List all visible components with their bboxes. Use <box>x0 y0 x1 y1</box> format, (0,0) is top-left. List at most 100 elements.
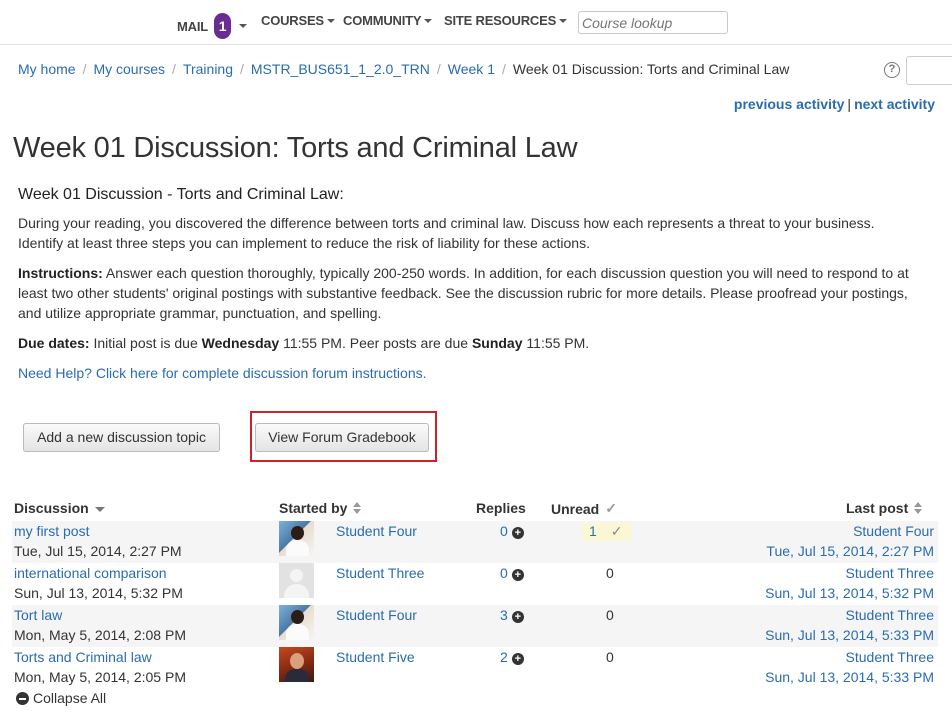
column-header-label: Replies <box>476 500 526 516</box>
due-day-initial: Wednesday <box>201 335 280 351</box>
replies-link[interactable]: 0 <box>500 565 508 581</box>
previous-activity-link[interactable]: previous activity <box>734 96 845 112</box>
unread-link[interactable]: 1 <box>589 523 597 539</box>
last-post-date-link[interactable]: Sun, Jul 13, 2014, 5:33 PM <box>765 627 934 643</box>
avatar[interactable] <box>279 563 314 598</box>
help-instructions-link[interactable]: Need Help? Click here for complete discu… <box>18 365 427 381</box>
avatar[interactable] <box>279 605 314 640</box>
due-text: Initial post is due <box>89 335 202 351</box>
last-post-author-link[interactable]: Student Three <box>846 565 934 581</box>
table-row: my first post Tue, Jul 15, 2014, 2:27 PM… <box>12 521 938 563</box>
nav-community[interactable]: COMMUNITY <box>343 13 433 28</box>
discussion-title-link[interactable]: Tort law <box>14 607 62 623</box>
replies-count: 2 + <box>500 649 524 665</box>
nav-site-resources[interactable]: SITE RESOURCES <box>444 13 568 28</box>
last-post-date-link[interactable]: Tue, Jul 15, 2014, 2:27 PM <box>766 543 934 559</box>
top-navigation: MAIL 1 COURSES COMMUNITY SITE RESOURCES <box>0 0 952 45</box>
chevron-down-icon <box>559 18 568 23</box>
due-text: 11:55 PM. Peer posts are due <box>279 335 472 351</box>
instructions-label: Instructions: <box>18 265 103 281</box>
expand-plus-icon[interactable]: + <box>511 527 524 539</box>
table-row: Tort law Mon, May 5, 2014, 2:08 PM Stude… <box>12 605 938 647</box>
due-text: 11:55 PM. <box>522 335 590 351</box>
help-icon[interactable]: ? <box>884 62 900 78</box>
started-by-link[interactable]: Student Four <box>336 523 417 539</box>
expand-plus-icon[interactable]: + <box>511 569 524 581</box>
column-header-discussion[interactable]: Discussion <box>14 500 105 516</box>
breadcrumb-training[interactable]: Training <box>183 61 233 77</box>
last-post-date-link[interactable]: Sun, Jul 13, 2014, 5:32 PM <box>765 585 934 601</box>
side-search-input[interactable] <box>906 56 952 85</box>
chevron-down-icon <box>238 24 247 28</box>
mail-count-badge: 1 <box>213 13 231 39</box>
column-header-unread: Unread ✓ <box>551 500 617 517</box>
column-header-started-by[interactable]: Started by <box>279 500 362 516</box>
breadcrumb-course[interactable]: MSTR_BUS651_1_2.0_TRN <box>251 61 430 77</box>
replies-link[interactable]: 0 <box>500 523 508 539</box>
next-activity-link[interactable]: next activity <box>854 96 935 112</box>
breadcrumb-week[interactable]: Week 1 <box>448 61 495 77</box>
breadcrumb-separator: / <box>436 61 441 77</box>
started-by-link[interactable]: Student Five <box>336 649 415 665</box>
started-by-link[interactable]: Student Three <box>336 565 424 581</box>
last-post-author-link[interactable]: Student Three <box>846 607 934 623</box>
unread-count: 1 ✓ <box>589 523 623 540</box>
replies-count: 0 + <box>500 565 524 581</box>
discussion-title-link[interactable]: Torts and Criminal law <box>14 649 152 665</box>
intro-heading: Week 01 Discussion - Torts and Criminal … <box>18 186 344 203</box>
replies-link[interactable]: 3 <box>500 607 508 623</box>
column-header-label: Last post <box>846 500 909 516</box>
chevron-down-icon <box>326 18 335 23</box>
breadcrumb-separator: / <box>240 61 244 77</box>
add-discussion-topic-button[interactable]: Add a new discussion topic <box>23 423 220 452</box>
last-post-author-link[interactable]: Student Four <box>853 523 934 539</box>
sort-desc-icon <box>94 507 105 512</box>
instructions-paragraph: Instructions: Answer each question thoro… <box>18 263 923 323</box>
discussion-date: Mon, May 5, 2014, 2:05 PM <box>14 669 186 685</box>
breadcrumb-separator: / <box>501 61 506 77</box>
view-forum-gradebook-button[interactable]: View Forum Gradebook <box>255 423 429 452</box>
collapse-all-toggle[interactable]: Collapse All <box>16 690 106 706</box>
activity-navigation: previous activity | next activity <box>734 96 935 112</box>
sort-icon <box>353 502 362 514</box>
mark-all-read-icon[interactable]: ✓ <box>605 500 617 517</box>
course-lookup-input[interactable] <box>578 11 728 34</box>
column-header-last-post[interactable]: Last post <box>846 500 923 516</box>
discussion-title-link[interactable]: international comparison <box>14 565 167 581</box>
started-by-link[interactable]: Student Four <box>336 607 417 623</box>
collapse-all-label: Collapse All <box>33 690 107 706</box>
chevron-down-icon <box>424 18 433 23</box>
column-header-label: Unread <box>551 500 600 517</box>
nav-mail[interactable]: MAIL 1 <box>177 13 247 39</box>
intro-paragraph: During your reading, you discovered the … <box>18 215 875 251</box>
table-row: international comparison Sun, Jul 13, 20… <box>12 563 938 605</box>
collapse-minus-icon <box>16 692 29 705</box>
mark-read-icon[interactable]: ✓ <box>611 523 623 539</box>
discussion-date: Sun, Jul 13, 2014, 5:32 PM <box>14 585 183 601</box>
replies-count: 3 + <box>500 607 524 623</box>
expand-plus-icon[interactable]: + <box>511 611 524 623</box>
due-dates-label: Due dates: <box>18 335 90 351</box>
discussion-title-link[interactable]: my first post <box>14 523 89 539</box>
unread-count: 0 <box>606 649 614 665</box>
replies-link[interactable]: 2 <box>500 649 508 665</box>
avatar[interactable] <box>279 647 314 682</box>
table-row: Torts and Criminal law Mon, May 5, 2014,… <box>12 647 938 689</box>
column-header-label: Discussion <box>14 500 89 516</box>
nav-courses[interactable]: COURSES <box>261 13 335 28</box>
nav-mail-label: MAIL <box>177 18 208 34</box>
expand-plus-icon[interactable]: + <box>511 653 524 665</box>
breadcrumb: My home / My courses / Training / MSTR_B… <box>18 61 789 77</box>
last-post-date-link[interactable]: Sun, Jul 13, 2014, 5:33 PM <box>765 669 934 685</box>
discussion-date: Tue, Jul 15, 2014, 2:27 PM <box>14 543 182 559</box>
avatar[interactable] <box>279 521 314 556</box>
last-post-author-link[interactable]: Student Three <box>846 649 934 665</box>
column-header-label: Started by <box>279 500 348 516</box>
sort-icon <box>914 502 923 514</box>
breadcrumb-current: Week 01 Discussion: Torts and Criminal L… <box>512 61 790 77</box>
breadcrumb-my-courses[interactable]: My courses <box>93 61 165 77</box>
breadcrumb-my-home[interactable]: My home <box>18 61 76 77</box>
page-title: Week 01 Discussion: Torts and Criminal L… <box>13 132 578 164</box>
nav-courses-label: COURSES <box>261 13 324 28</box>
breadcrumb-separator: / <box>172 61 176 77</box>
